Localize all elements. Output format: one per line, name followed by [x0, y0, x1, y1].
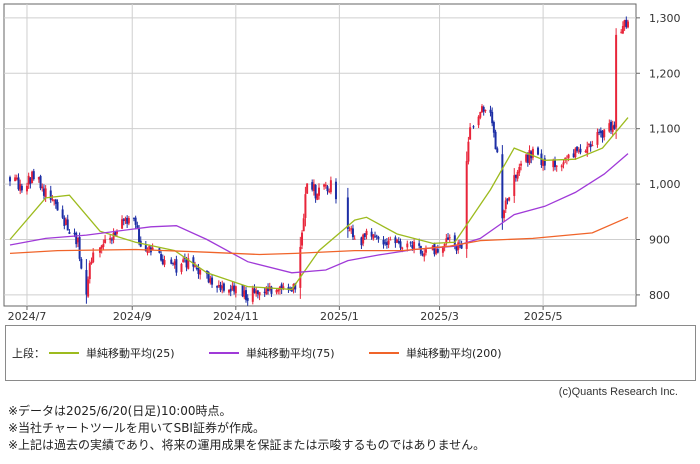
candle	[87, 276, 90, 298]
y-tick-label-4: 1,200	[649, 67, 681, 80]
x-axis: 2024/7 2024/9 2024/11 2025/1 2025/3 2025/5	[8, 306, 563, 323]
candle	[494, 129, 497, 150]
x-tick-label-1: 2024/9	[113, 310, 152, 323]
y-tick-label-1: 900	[649, 234, 670, 247]
legend-label-ma200: 単純移動平均(200)	[406, 347, 502, 360]
legend-swatch-ma75	[209, 352, 239, 354]
candle	[306, 183, 309, 194]
candle	[615, 28, 618, 139]
footnote-disclaimer: ※上記は過去の実績であり、将来の運用成果を保証または示唆するものではありません。	[8, 438, 486, 452]
x-tick-label-0: 2024/7	[8, 310, 47, 323]
footnote-data-time: ※データは2025/6/20(日足)10:00時点。	[8, 404, 232, 418]
y-tick-label-2: 1,000	[649, 178, 681, 191]
x-tick-label-3: 2025/1	[320, 310, 359, 323]
x-tick-label-5: 2025/5	[524, 310, 563, 323]
y-tick-label-5: 1,300	[649, 12, 681, 25]
copyright-credit: (c)Quants Research Inc.	[558, 386, 678, 398]
candle	[537, 146, 540, 156]
footnote-source: ※当社チャートツールを用いてSBI証券が作成。	[8, 421, 265, 435]
legend-label-ma75: 単純移動平均(75)	[246, 347, 335, 360]
legend-swatch-ma200	[369, 352, 399, 354]
x-tick-label-4: 2025/3	[420, 310, 459, 323]
legend-prefix: 上段：	[12, 347, 45, 360]
y-tick-label-3: 1,100	[649, 123, 681, 136]
candle	[251, 285, 254, 305]
legend-box: 上段： 単純移動平均(25) 単純移動平均(75) 単純移動平均(200)	[5, 325, 696, 381]
y-tick-label-0: 800	[649, 289, 670, 302]
legend-label-ma25: 単純移動平均(25)	[86, 347, 175, 360]
x-tick-label-2: 2024/11	[213, 310, 259, 323]
footnotes: ※データは2025/6/20(日足)10:00時点。 ※当社チャートツールを用い…	[8, 403, 485, 454]
candlestick-chart: 2024/7 2024/9 2024/11 2025/1 2025/3 2025/5 80…	[3, 3, 681, 323]
y-axis: 800 900 1,000 1,100 1,200 1,300	[636, 12, 681, 302]
legend-swatch-ma25	[49, 352, 79, 354]
